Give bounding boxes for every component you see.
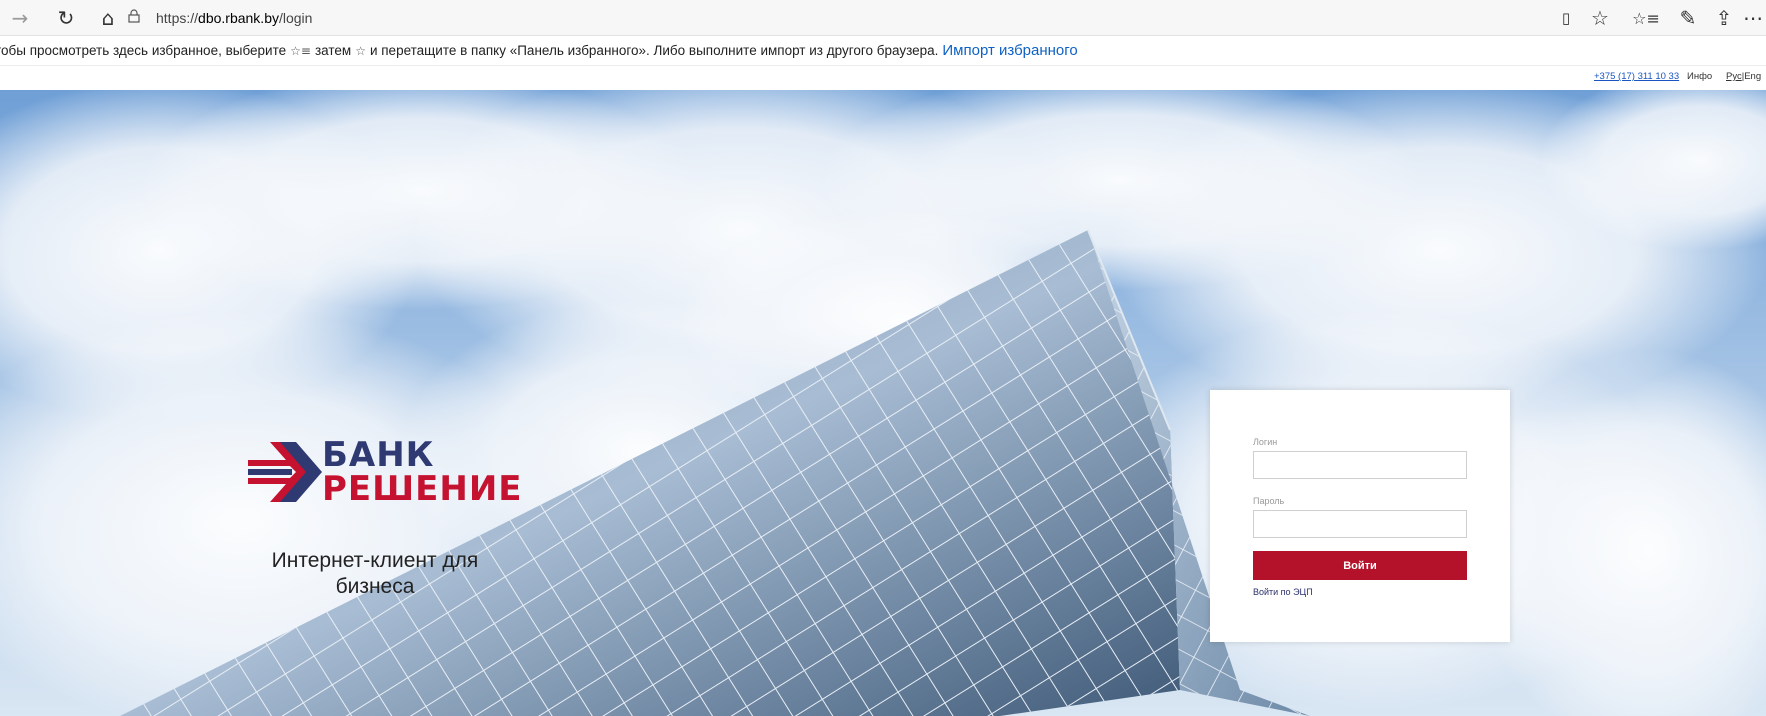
phone-link[interactable]: +375 (17) 311 10 33 [1594,71,1679,82]
refresh-icon[interactable]: ↻ [50,4,82,32]
home-icon[interactable]: ⌂ [92,4,124,32]
browser-toolbar: → ↻ ⌂ https://dbo.rbank.by/login ▯ ☆ ☆≡ … [0,0,1766,36]
favorites-bar-hint: Чтобы просмотреть здесь избранное, выбер… [0,43,287,58]
forward-icon[interactable]: → [4,4,36,32]
favorites-bar: Чтобы просмотреть здесь избранное, выбер… [0,36,1766,66]
login-card: Логин Пароль Войти Войти по ЭЦП [1210,390,1510,642]
bank-logo: БАНК РЕШЕНИЕ [240,428,523,518]
favorites-bar-hint-after: и перетащите в папку «Панель избранного»… [369,43,939,58]
url-text: https://dbo.rbank.by/login [156,10,313,26]
hero-background: БАНК РЕШЕНИЕ Интернет-клиент для бизнеса… [0,90,1766,716]
favorites-hub-icon[interactable]: ☆≡ [1630,4,1662,32]
login-with-ecp-link[interactable]: Войти по ЭЦП [1253,587,1313,597]
info-link[interactable]: Инфо [1687,71,1712,82]
favorites-bar-hint-middle: затем [314,43,352,58]
brand-name-line1: БАНК [322,435,435,475]
lang-en-link[interactable]: Eng [1744,71,1761,82]
favorite-star-icon[interactable]: ☆ [1584,4,1616,32]
lang-ru-link[interactable]: Рус [1726,71,1742,82]
more-icon[interactable]: ⋯ [1740,4,1766,32]
notes-pen-icon[interactable]: ✎ [1672,4,1704,32]
import-favorites-link[interactable]: Импорт избранного [942,42,1077,59]
share-icon[interactable]: ⇪ [1708,4,1740,32]
site-top-bar: +375 (17) 311 10 33 Инфо Рус|Eng [0,66,1766,90]
tagline: Интернет-клиент для бизнеса [271,549,479,598]
lock-icon [128,9,150,27]
password-label: Пароль [1253,496,1285,506]
brand-name-line2: РЕШЕНИЕ [322,469,523,509]
login-button[interactable]: Войти [1253,551,1467,580]
favorites-hub-small-icon: ☆≡ [290,43,311,58]
password-input[interactable] [1253,510,1467,538]
language-switch: Рус|Eng [1726,71,1761,82]
login-label: Логин [1253,437,1278,447]
star-small-icon: ☆ [355,43,366,58]
reading-view-icon[interactable]: ▯ [1550,4,1582,32]
login-input[interactable] [1253,451,1467,479]
address-bar[interactable]: https://dbo.rbank.by/login [128,4,1548,32]
